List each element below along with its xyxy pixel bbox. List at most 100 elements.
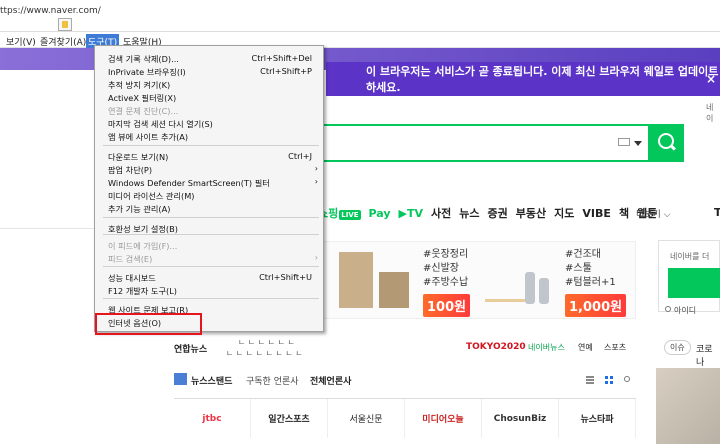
list-view-icon[interactable] [586, 376, 594, 384]
nav-book[interactable]: 책 [619, 205, 629, 221]
all-press-tab[interactable]: 전체언론사 [310, 374, 351, 387]
nav-news[interactable]: 뉴스 [459, 205, 479, 221]
menu-item-label: InPrivate 브라우징(I) [108, 67, 186, 77]
ie-end-banner[interactable]: 이 브라우저는 서비스가 곧 종료됩니다. 이제 최신 브라우저 웨일로 업데이… [326, 62, 720, 96]
menu-view[interactable]: 보기(V) [4, 34, 38, 49]
ad-tags-2: #건조대 #스툴 #텀블러+1 [565, 249, 616, 288]
chevron-right-icon: › [314, 164, 318, 173]
entertainment-link[interactable]: 연예 [578, 342, 593, 353]
nav-realestate[interactable]: 부동산 [516, 205, 546, 221]
live-badge: LIVE [339, 210, 361, 220]
menu-item-label: 미디어 라이선스 관리(M) [108, 191, 195, 201]
menu-item-subscribe-feed[interactable]: 이 피드에 가입(F)... [95, 239, 323, 252]
menu-item-label: F12 개발자 도구(L) [108, 286, 177, 296]
press-ilgan[interactable]: 일간스포츠 [251, 399, 328, 438]
nav-more[interactable]: 더보기 ⌵ [636, 207, 671, 220]
nav-tail[interactable]: T [714, 206, 720, 219]
menu-item-feed-discovery[interactable]: 피드 검색(E) › [95, 252, 323, 265]
nav-dictionary[interactable]: 사전 [431, 205, 451, 221]
tools-dropdown-menu: 검색 기록 삭제(D)... Ctrl+Shift+Del InPrivate 브라… [94, 45, 324, 332]
menu-item-manage-addons[interactable]: 추가 기능 관리(A) [95, 202, 323, 215]
menu-item-delete-history[interactable]: 검색 기록 삭제(D)... Ctrl+Shift+Del [95, 52, 323, 65]
menu-item-inprivate[interactable]: InPrivate 브라우징(I) Ctrl+Shift+P [95, 65, 323, 78]
menu-item-add-site-to-apps[interactable]: 앱 뷰에 사이트 추가(A) [95, 130, 323, 143]
menu-separator [103, 234, 319, 235]
tumbler-image-2 [539, 278, 549, 304]
menu-item-media-license[interactable]: 미디어 라이선스 관리(M) [95, 189, 323, 202]
press-jtbc[interactable]: jtbc [174, 399, 251, 438]
menu-item-activex-filtering[interactable]: ActiveX 필터링(X) [95, 91, 323, 104]
nav-stock[interactable]: 증권 [488, 205, 508, 221]
menu-item-performance-dashboard[interactable]: 성능 대시보드 Ctrl+Shift+U [95, 271, 323, 284]
newsstand-icon [174, 373, 187, 385]
menu-item-label: 다운로드 보기(N) [108, 152, 169, 162]
tumbler-image [525, 272, 535, 304]
menu-item-shortcut: Ctrl+Shift+U [259, 272, 312, 282]
search-input[interactable] [310, 124, 650, 162]
menu-item-label: 이 피드에 가입(F)... [108, 241, 178, 251]
press-mediaonul[interactable]: 미디어오늘 [405, 399, 482, 438]
nav-map[interactable]: 지도 [554, 205, 574, 221]
chevron-right-icon: › [314, 177, 318, 186]
menu-item-view-downloads[interactable]: 다운로드 보기(N) Ctrl+J [95, 150, 323, 163]
subscribed-press-tab[interactable]: 구독한 언론사 [246, 374, 299, 387]
menu-item-label: ActiveX 필터링(X) [108, 93, 177, 103]
highlight-annotation [95, 313, 202, 335]
press-seoul[interactable]: 서울신문 [328, 399, 405, 438]
nav-vibe[interactable]: VIBE [582, 207, 611, 220]
menu-item-label: 검색 기록 삭제(D)... [108, 54, 179, 64]
press-chosunbiz[interactable]: ChosunBiz [482, 399, 559, 438]
find-id-link[interactable]: 아이디 [665, 305, 696, 316]
menu-item-reopen-session[interactable]: 마지막 검색 세션 다시 열기(S) [95, 117, 323, 130]
menu-item-tracking-protection[interactable]: 추적 방지 켜기(K) [95, 78, 323, 91]
menu-item-label: Windows Defender SmartScreen(T) 필터 [108, 178, 270, 188]
thumbnail-image[interactable] [656, 368, 720, 444]
search-button[interactable] [648, 124, 684, 162]
nav-pay[interactable]: Pay [369, 207, 391, 220]
menu-item-f12-devtools[interactable]: F12 개발자 도구(L) [95, 284, 323, 297]
chevron-right-icon: › [314, 253, 318, 262]
ad-price-1: 100원 [423, 294, 471, 317]
address-bar-row: ttps://www.naver.com/ [0, 0, 720, 32]
keyboard-icon[interactable] [618, 138, 630, 146]
tokyo-logo[interactable]: TOKYO2020 [466, 342, 526, 352]
menu-item-label: 앱 뷰에 사이트 추가(A) [108, 132, 189, 142]
caret-down-icon[interactable] [634, 141, 642, 146]
service-nav: 쇼핑 LIVE Pay ▶TV 사전 뉴스 증권 부동산 지도 VIBE 책 웹툰 [318, 205, 665, 221]
ie-end-message: 이 브라우저는 서비스가 곧 종료됩니다. 이제 최신 브라우저 웨일로 업데이… [366, 65, 719, 94]
issue-pill[interactable]: 이슈 [664, 340, 691, 355]
news-source[interactable]: 연합뉴스 [174, 342, 207, 355]
press-grid: jtbc 일간스포츠 서울신문 미디어오늘 ChosunBiz 뉴스타파 [174, 398, 636, 438]
nav-shopping[interactable]: 쇼핑 LIVE [318, 205, 361, 221]
menu-item-shortcut: Ctrl+Shift+Del [251, 53, 312, 63]
newsstand-header: 뉴스스탠드 구독한 언론사 전체언론사 [174, 371, 636, 389]
nav-tv[interactable]: ▶TV [399, 207, 424, 220]
menu-separator [103, 298, 319, 299]
shoe-rack-image [339, 252, 373, 308]
ad-price-2: 1,000원 [565, 294, 627, 317]
address-url[interactable]: ttps://www.naver.com/ [0, 6, 101, 16]
news-headline-1[interactable]: ㄴ ㄴ ㄴ ㄴ ㄴ ㄴ [238, 337, 295, 348]
grid-view-icon[interactable] [605, 376, 613, 384]
top-right-link[interactable]: 네이 [706, 102, 720, 124]
shopping-ad[interactable]: #웃장정리 #신발장 #주방수납 100원 #건조대 #스툴 #텀블러+1 1,000원 [318, 241, 636, 319]
menu-item-smartscreen-filter[interactable]: Windows Defender SmartScreen(T) 필터 › [95, 176, 323, 189]
gear-icon[interactable] [624, 376, 630, 382]
sports-link[interactable]: 스포츠 [604, 342, 626, 353]
naver-news-link[interactable]: 네이버뉴스 [528, 342, 565, 353]
issue-text[interactable]: 코로나 [696, 342, 720, 368]
news-strip: 연합뉴스 ㄴ ㄴ ㄴ ㄴ ㄴ ㄴ ㄴ ㄴ ㄴ ㄴ ㄴ ㄴ ㄴ ㄴ TOKYO20… [174, 337, 636, 359]
menu-favorites[interactable]: 즐겨찾기(A) [38, 34, 88, 49]
menu-item-diagnose-connection[interactable]: 연결 문제 진단(C)... [95, 104, 323, 117]
news-headline-2[interactable]: ㄴ ㄴ ㄴ ㄴ ㄴ ㄴ ㄴ ㄴ [226, 348, 303, 359]
menu-item-popup-blocker[interactable]: 팝업 차단(P) › [95, 163, 323, 176]
login-button[interactable] [668, 268, 720, 298]
menu-item-label: 피드 검색(E) [108, 254, 153, 264]
menu-item-label: 팝업 차단(P) [108, 165, 153, 175]
new-tab-icon[interactable] [58, 18, 72, 31]
close-icon[interactable]: × [706, 72, 716, 86]
newsstand-title[interactable]: 뉴스스탠드 [191, 374, 232, 387]
menu-item-label: 추적 방지 켜기(K) [108, 80, 171, 90]
press-newstapa[interactable]: 뉴스타파 [559, 399, 636, 438]
lock-icon [665, 306, 671, 312]
